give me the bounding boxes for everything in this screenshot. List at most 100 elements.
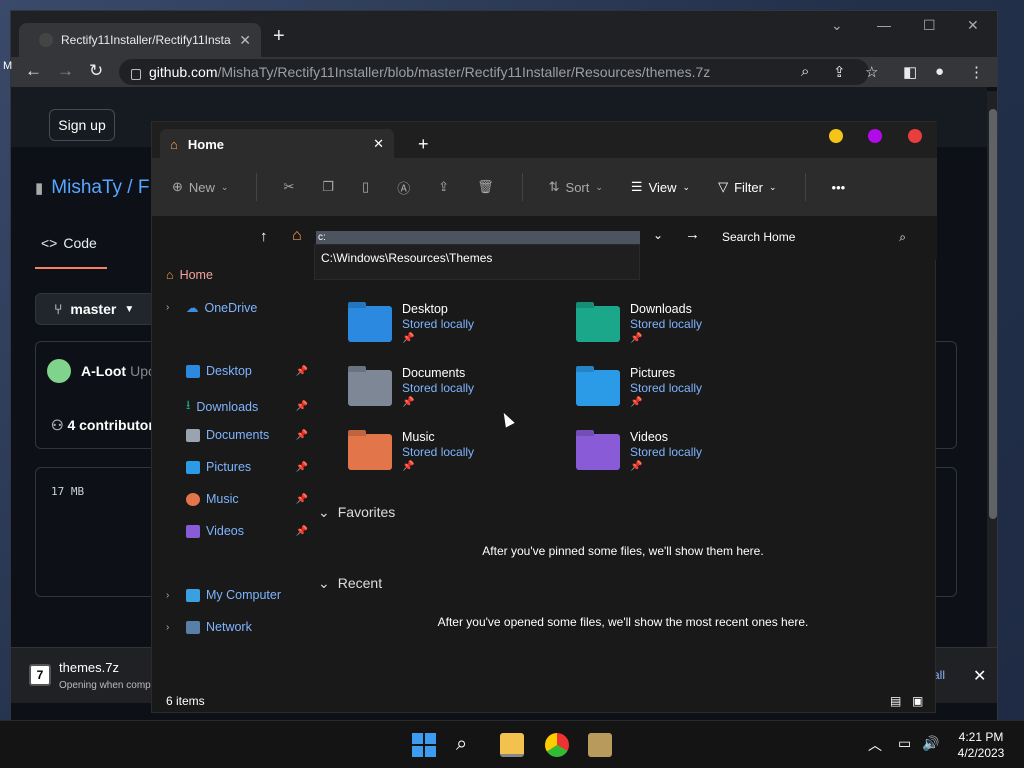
pin-icon: 📌 [295, 493, 308, 505]
latest-commit[interactable]: A-Loot Upo [47, 359, 156, 383]
new-tab-plus-icon[interactable]: + [418, 134, 429, 155]
forward-arrow-icon[interactable]: → [57, 61, 74, 81]
folder-music[interactable]: Music Stored locally 📌 [348, 430, 548, 472]
pictures-folder-icon [576, 370, 620, 406]
clock-time: 4:21 PM [958, 730, 1004, 744]
funnel-icon: ▽ [718, 179, 729, 194]
start-button[interactable] [412, 733, 436, 757]
folder-videos[interactable]: Videos Stored locally 📌 [576, 430, 776, 472]
address-bar[interactable]: github.com/MishaTy/Rectify11Installer/bl… [119, 59, 869, 85]
code-tab-underline [35, 267, 107, 269]
profile-icon[interactable]: ● [935, 63, 944, 80]
nav-item-onedrive[interactable]: › ☁ OneDrive [166, 300, 306, 316]
nav-item-desktop[interactable]: Desktop 📌 [186, 364, 308, 378]
new-button[interactable]: ⊕ New ⌄ [172, 179, 228, 195]
go-arrow-icon[interactable]: → [685, 226, 700, 243]
volume-icon[interactable]: 🔊 [922, 735, 939, 752]
folder-desktop[interactable]: Desktop Stored locally 📌 [348, 302, 548, 344]
close-dot-button[interactable] [908, 129, 922, 143]
repo-icon: ▮ [35, 180, 44, 197]
nav-label: My Computer [206, 588, 282, 602]
nav-item-pictures[interactable]: Pictures 📌 [186, 460, 308, 474]
chevron-right-icon[interactable]: › [166, 590, 169, 601]
tab-code[interactable]: <> Code [41, 235, 97, 251]
rename-button[interactable]: Ⓐ [397, 178, 410, 197]
scrollbar-thumb[interactable] [989, 109, 997, 519]
view-button[interactable]: ☰ View ⌄ [631, 179, 690, 195]
command-bar: ⊕ New ⌄ ✂ ❐ ▯ Ⓐ ⇪ 🗑 ⇅ Sort ⌄ ☰ View ⌄ ▽ Filter ⌄… [152, 158, 937, 216]
close-tab-icon[interactable]: ✕ [373, 136, 384, 152]
nav-item-network[interactable]: › Network [166, 620, 306, 634]
search-box[interactable]: Search Home ⌕ [722, 230, 922, 245]
nav-item-home[interactable]: ⌂ Home [166, 268, 306, 282]
nav-item-videos[interactable]: Videos 📌 [186, 524, 308, 538]
details-view-icon[interactable]: ▤ [890, 694, 901, 708]
nav-label: Desktop [206, 364, 252, 378]
sort-button[interactable]: ⇅ Sort ⌄ [549, 179, 603, 195]
recent-section-header[interactable]: ⌄ Recent [318, 575, 382, 592]
back-arrow-icon[interactable]: ← [25, 61, 42, 81]
search-icon[interactable]: ⌕ [456, 733, 480, 757]
explorer-tab-home[interactable]: ⌂ Home ✕ [160, 129, 394, 159]
maximize-dot-button[interactable] [868, 129, 882, 143]
chevron-right-icon[interactable]: › [166, 302, 169, 313]
branch-select[interactable]: ⑂ master ▼ [35, 293, 155, 325]
documents-folder-icon [348, 370, 392, 406]
tiles-view-icon[interactable]: ▣ [912, 694, 923, 708]
address-input[interactable]: c: [316, 231, 640, 245]
close-download-bar-icon[interactable]: ✕ [973, 666, 986, 686]
chevron-right-icon[interactable]: › [166, 622, 169, 633]
share-button[interactable]: ⇪ [438, 179, 449, 195]
rename-icon: Ⓐ [397, 180, 411, 196]
browser-tab[interactable]: Rectify11Installer/Rectify11Instal ✕ [19, 23, 261, 57]
explorer-titlebar: ⌂ Home ✕ + [152, 122, 937, 159]
more-options-button[interactable]: ••• [832, 180, 846, 195]
tab-search-chevron-icon[interactable]: ⌄ [831, 17, 843, 34]
filter-button[interactable]: ▽ Filter ⌄ [718, 179, 776, 195]
chevron-up-icon[interactable]: ︿ [868, 735, 882, 755]
nav-item-my-computer[interactable]: › My Computer [166, 588, 306, 602]
contributors-link[interactable]: ⚇ 4 contributor [51, 417, 154, 434]
separator [804, 173, 806, 201]
side-panel-icon[interactable]: ◧ [903, 63, 917, 81]
folder-downloads[interactable]: Downloads Stored locally 📌 [576, 302, 776, 344]
file-explorer-icon[interactable] [500, 733, 524, 757]
share-icon[interactable]: ⇪ [833, 63, 846, 81]
paste-button[interactable]: ▯ [362, 179, 369, 195]
download-filename[interactable]: themes.7z [59, 660, 119, 675]
app-icon[interactable] [588, 733, 612, 757]
folder-pictures[interactable]: Pictures Stored locally 📌 [576, 366, 776, 408]
minimize-icon[interactable]: — [877, 17, 891, 33]
close-window-icon[interactable]: ✕ [967, 17, 979, 34]
nav-label: OneDrive [204, 300, 258, 315]
avatar [47, 359, 71, 383]
nav-item-downloads[interactable]: ⭳ Downloads 📌 [186, 396, 308, 417]
new-tab-plus-icon[interactable]: + [273, 25, 285, 48]
chevron-down-icon[interactable]: ⌄ [653, 228, 663, 242]
suggestion-item[interactable]: C:\Windows\Resources\Themes [321, 251, 633, 265]
star-icon[interactable]: ☆ [865, 63, 878, 81]
folder-documents[interactable]: Documents Stored locally 📌 [348, 366, 548, 408]
menu-dots-icon[interactable]: ⋮ [969, 63, 984, 81]
delete-button[interactable]: 🗑 [477, 179, 494, 195]
copy-button[interactable]: ❐ [322, 179, 334, 195]
favorites-section-header[interactable]: ⌄ Favorites [318, 504, 395, 521]
network-icon[interactable]: ▭ [898, 735, 911, 752]
maximize-icon[interactable]: ☐ [923, 17, 936, 34]
cut-button[interactable]: ✂ [283, 179, 294, 195]
url-path: /MishaTy/Rectify11Installer/blob/master/… [217, 64, 711, 80]
nav-item-documents[interactable]: Documents 📌 [186, 428, 308, 442]
lock-icon [131, 68, 141, 80]
page-scrollbar[interactable] [987, 91, 997, 651]
reload-icon[interactable]: ↻ [89, 61, 103, 81]
sign-up-button[interactable]: Sign up [49, 109, 115, 141]
close-tab-icon[interactable]: ✕ [239, 32, 251, 49]
repo-title[interactable]: ▮ MishaTy / F [35, 177, 149, 199]
clock[interactable]: 4:21 PM 4/2/2023 [948, 729, 1014, 761]
chrome-icon[interactable] [545, 733, 569, 757]
minimize-dot-button[interactable] [829, 129, 843, 143]
search-icon[interactable]: ⌕ [801, 63, 809, 80]
nav-item-music[interactable]: Music 📌 [186, 492, 308, 506]
up-arrow-icon[interactable]: ↑ [260, 228, 268, 245]
document-icon [186, 428, 200, 442]
